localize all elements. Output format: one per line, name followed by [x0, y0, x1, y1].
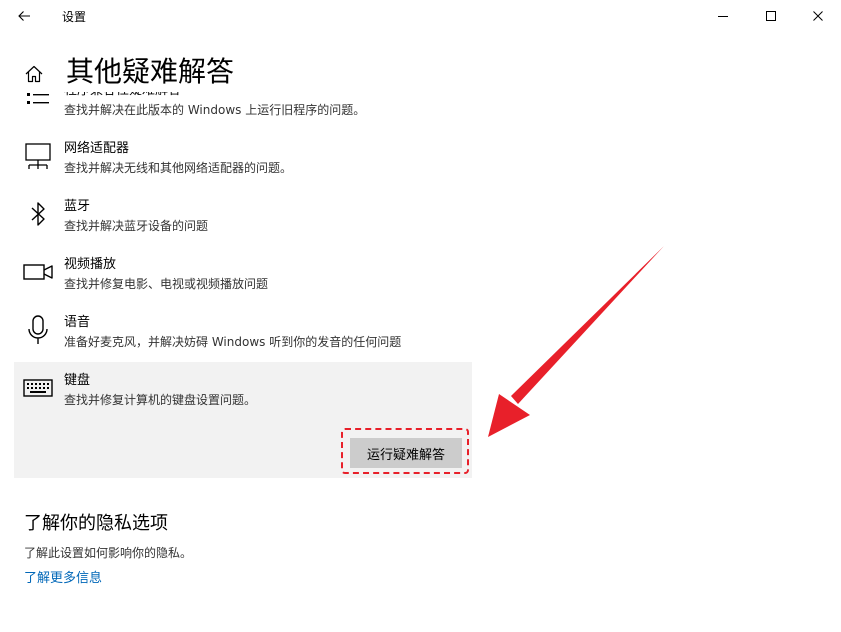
troubleshooter-item-network-adapter[interactable]: 网络适配器 查找并解决无线和其他网络适配器的问题。 — [14, 140, 472, 184]
home-button[interactable] — [20, 60, 48, 88]
back-button[interactable] — [8, 0, 40, 32]
minimize-icon — [718, 16, 728, 17]
troubleshooter-description: 查找并解决在此版本的 Windows 上运行旧程序的问题。 — [64, 103, 366, 117]
troubleshooter-description: 查找并修复计算机的键盘设置问题。 — [64, 393, 257, 407]
troubleshooter-item-program-compat[interactable]: 程序兼容性疑难解答 查找并解决在此版本的 Windows 上运行旧程序的问题。 — [14, 92, 472, 122]
bluetooth-icon — [22, 198, 54, 230]
troubleshooter-description: 准备好麦克风，并解决妨碍 Windows 听到你的发音的任何问题 — [64, 335, 402, 349]
troubleshooter-name: 网络适配器 — [64, 141, 130, 156]
troubleshooter-item-speech[interactable]: 语音 准备好麦克风，并解决妨碍 Windows 听到你的发音的任何问题 — [14, 314, 472, 358]
maximize-button[interactable] — [748, 0, 794, 32]
home-icon — [25, 65, 43, 83]
maximize-icon — [766, 11, 776, 21]
video-camera-icon — [22, 256, 54, 288]
back-arrow-icon — [18, 11, 30, 21]
troubleshooter-item-video-playback[interactable]: 视频播放 查找并修复电影、电视或视频播放问题 — [14, 256, 472, 300]
troubleshooter-description: 查找并解决蓝牙设备的问题 — [64, 219, 209, 233]
privacy-description: 了解此设置如何影响你的隐私。 — [24, 546, 193, 560]
window-title: 设置 — [62, 10, 87, 24]
troubleshooter-name: 蓝牙 — [64, 199, 91, 214]
minimize-button[interactable] — [700, 0, 746, 32]
troubleshooter-description: 查找并解决无线和其他网络适配器的问题。 — [64, 161, 293, 175]
keyboard-icon — [22, 372, 54, 404]
troubleshooter-name: 语音 — [64, 315, 91, 330]
microphone-icon — [22, 314, 54, 346]
troubleshooter-item-keyboard[interactable]: 键盘 查找并修复计算机的键盘设置问题。 运行疑难解答 — [14, 362, 472, 478]
close-button[interactable] — [795, 0, 841, 32]
title-bar: 设置 — [0, 0, 841, 32]
close-icon — [813, 11, 823, 21]
troubleshooter-name: 程序兼容性疑难解答 — [64, 92, 181, 100]
troubleshooter-name: 视频播放 — [64, 257, 117, 272]
troubleshooter-item-bluetooth[interactable]: 蓝牙 查找并解决蓝牙设备的问题 — [14, 198, 472, 242]
troubleshooter-name: 键盘 — [64, 373, 91, 388]
run-troubleshooter-button[interactable]: 运行疑难解答 — [350, 438, 462, 468]
privacy-title: 了解你的隐私选项 — [24, 513, 168, 534]
network-adapter-icon — [22, 140, 54, 172]
page-title: 其他疑难解答 — [66, 55, 235, 88]
list-icon — [22, 92, 54, 116]
troubleshooter-description: 查找并修复电影、电视或视频播放问题 — [64, 277, 269, 291]
learn-more-link[interactable]: 了解更多信息 — [24, 570, 102, 588]
